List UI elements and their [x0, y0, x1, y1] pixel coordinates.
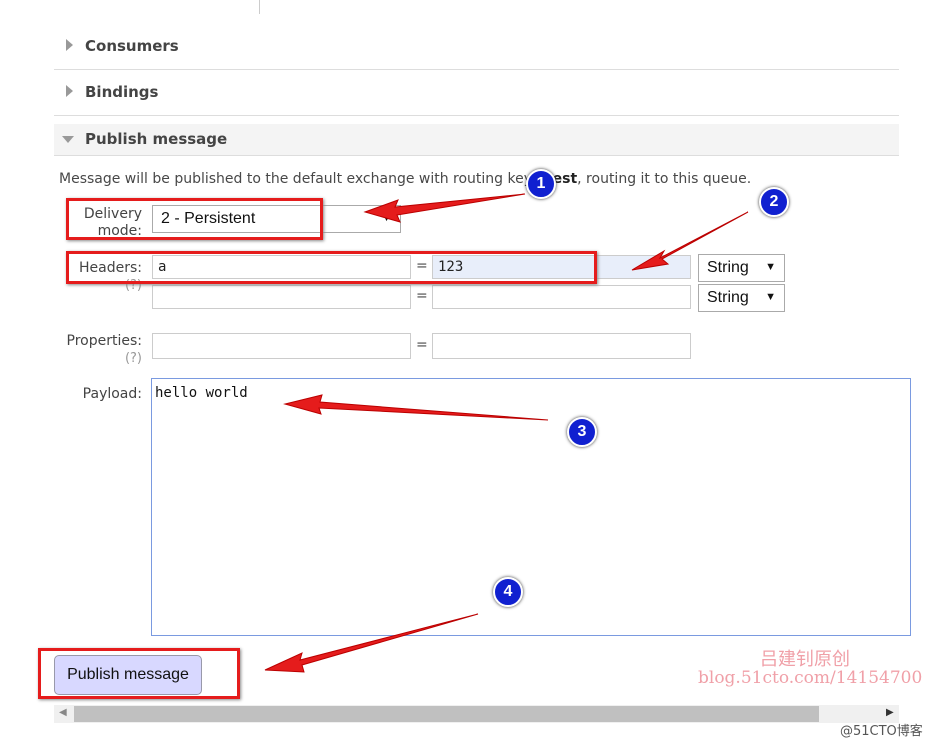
annotation-arrows	[264, 193, 749, 673]
watermark-url: blog.51cto.com/14154700	[698, 668, 923, 688]
watermark-corner: @51CTO博客	[840, 724, 923, 739]
annotation-badge-3: 3	[567, 417, 597, 447]
annotation-badge-1: 1	[526, 169, 556, 199]
annotation-badge-4: 4	[493, 577, 523, 607]
annotation-badge-2: 2	[759, 187, 789, 217]
